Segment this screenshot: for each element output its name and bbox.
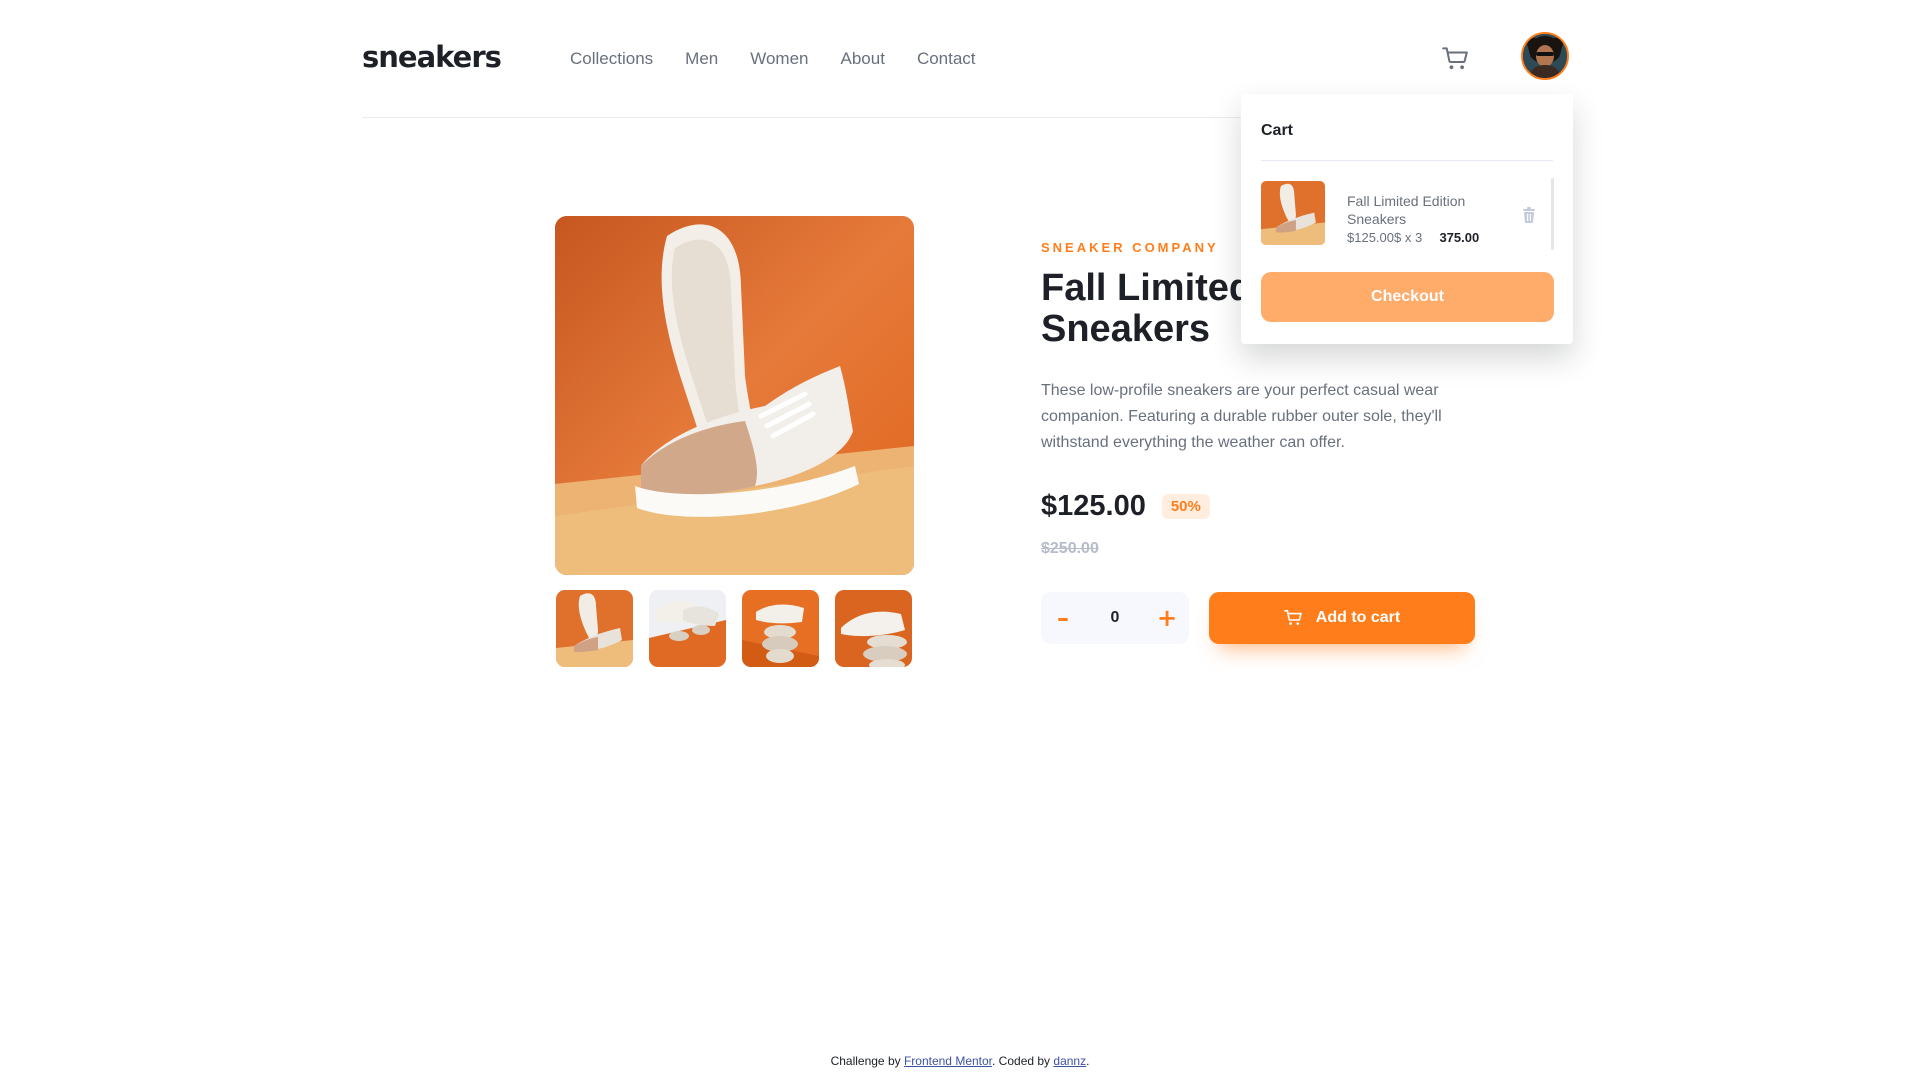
original-price: $250.00 <box>1041 540 1099 557</box>
current-price: $125.00 <box>1041 490 1146 522</box>
main-nav: Collections Men Women About Contact <box>570 49 976 69</box>
checkout-button[interactable]: Checkout <box>1261 272 1554 322</box>
cart-icon[interactable] <box>1442 46 1468 72</box>
cart-dropdown: Cart Fall Limited Edition Sneakers $125.… <box>1241 94 1573 344</box>
author-link[interactable]: dannz <box>1053 1054 1086 1068</box>
cart-icon <box>1283 610 1302 625</box>
minus-button[interactable]: – <box>1041 592 1085 644</box>
footer-middle: . Coded by <box>992 1054 1054 1068</box>
cart-scrollbar[interactable] <box>1551 178 1554 250</box>
cart-divider <box>1261 160 1553 161</box>
cart-heading: Cart <box>1261 122 1294 139</box>
product-description: These low-profile sneakers are your perf… <box>1041 382 1442 451</box>
footer-prefix: Challenge by <box>830 1054 904 1068</box>
cart-item-name: Fall Limited Edition Sneakers <box>1347 193 1466 227</box>
discount-badge: 50% <box>1161 494 1210 519</box>
thumbnail-3[interactable] <box>742 590 819 667</box>
cart-item-unit-price: $125.00$ x 3 <box>1347 230 1423 245</box>
quantity-stepper: – + <box>1041 592 1189 644</box>
add-to-cart-label: Add to cart <box>1315 609 1401 626</box>
nav-collections[interactable]: Collections <box>570 49 653 69</box>
frontend-mentor-link[interactable]: Frontend Mentor <box>904 1054 992 1068</box>
product-page: sneakers Collections Men Women About Con… <box>0 0 1920 1080</box>
thumbnail-2[interactable] <box>649 590 726 667</box>
avatar[interactable] <box>1521 32 1569 80</box>
nav-men[interactable]: Men <box>685 49 718 69</box>
nav-women[interactable]: Women <box>750 49 808 69</box>
add-to-cart-button[interactable]: Add to cart <box>1209 592 1475 644</box>
company-label: SNEAKER COMPANY <box>1041 240 1219 255</box>
cart-item-thumbnail <box>1261 181 1325 245</box>
delete-icon[interactable] <box>1522 207 1538 225</box>
nav-contact[interactable]: Contact <box>917 49 976 69</box>
cart-item-total: 375.00 <box>1439 230 1480 245</box>
thumbnail-strip <box>556 590 912 667</box>
price-row: $125.00 50% <box>1041 490 1210 523</box>
nav-about[interactable]: About <box>841 49 885 69</box>
plus-button[interactable]: + <box>1145 592 1189 644</box>
cart-item-price-line: $125.00$ x 3 375.00 <box>1347 230 1479 245</box>
logo[interactable]: sneakers <box>362 40 502 74</box>
footer-suffix: . <box>1086 1054 1090 1068</box>
thumbnail-1[interactable] <box>556 590 633 667</box>
product-main-image[interactable] <box>555 216 914 575</box>
thumbnail-4[interactable] <box>835 590 912 667</box>
quantity-field[interactable] <box>1085 592 1145 644</box>
attribution-footer: Challenge by Frontend Mentor. Coded by d… <box>0 1054 1920 1068</box>
